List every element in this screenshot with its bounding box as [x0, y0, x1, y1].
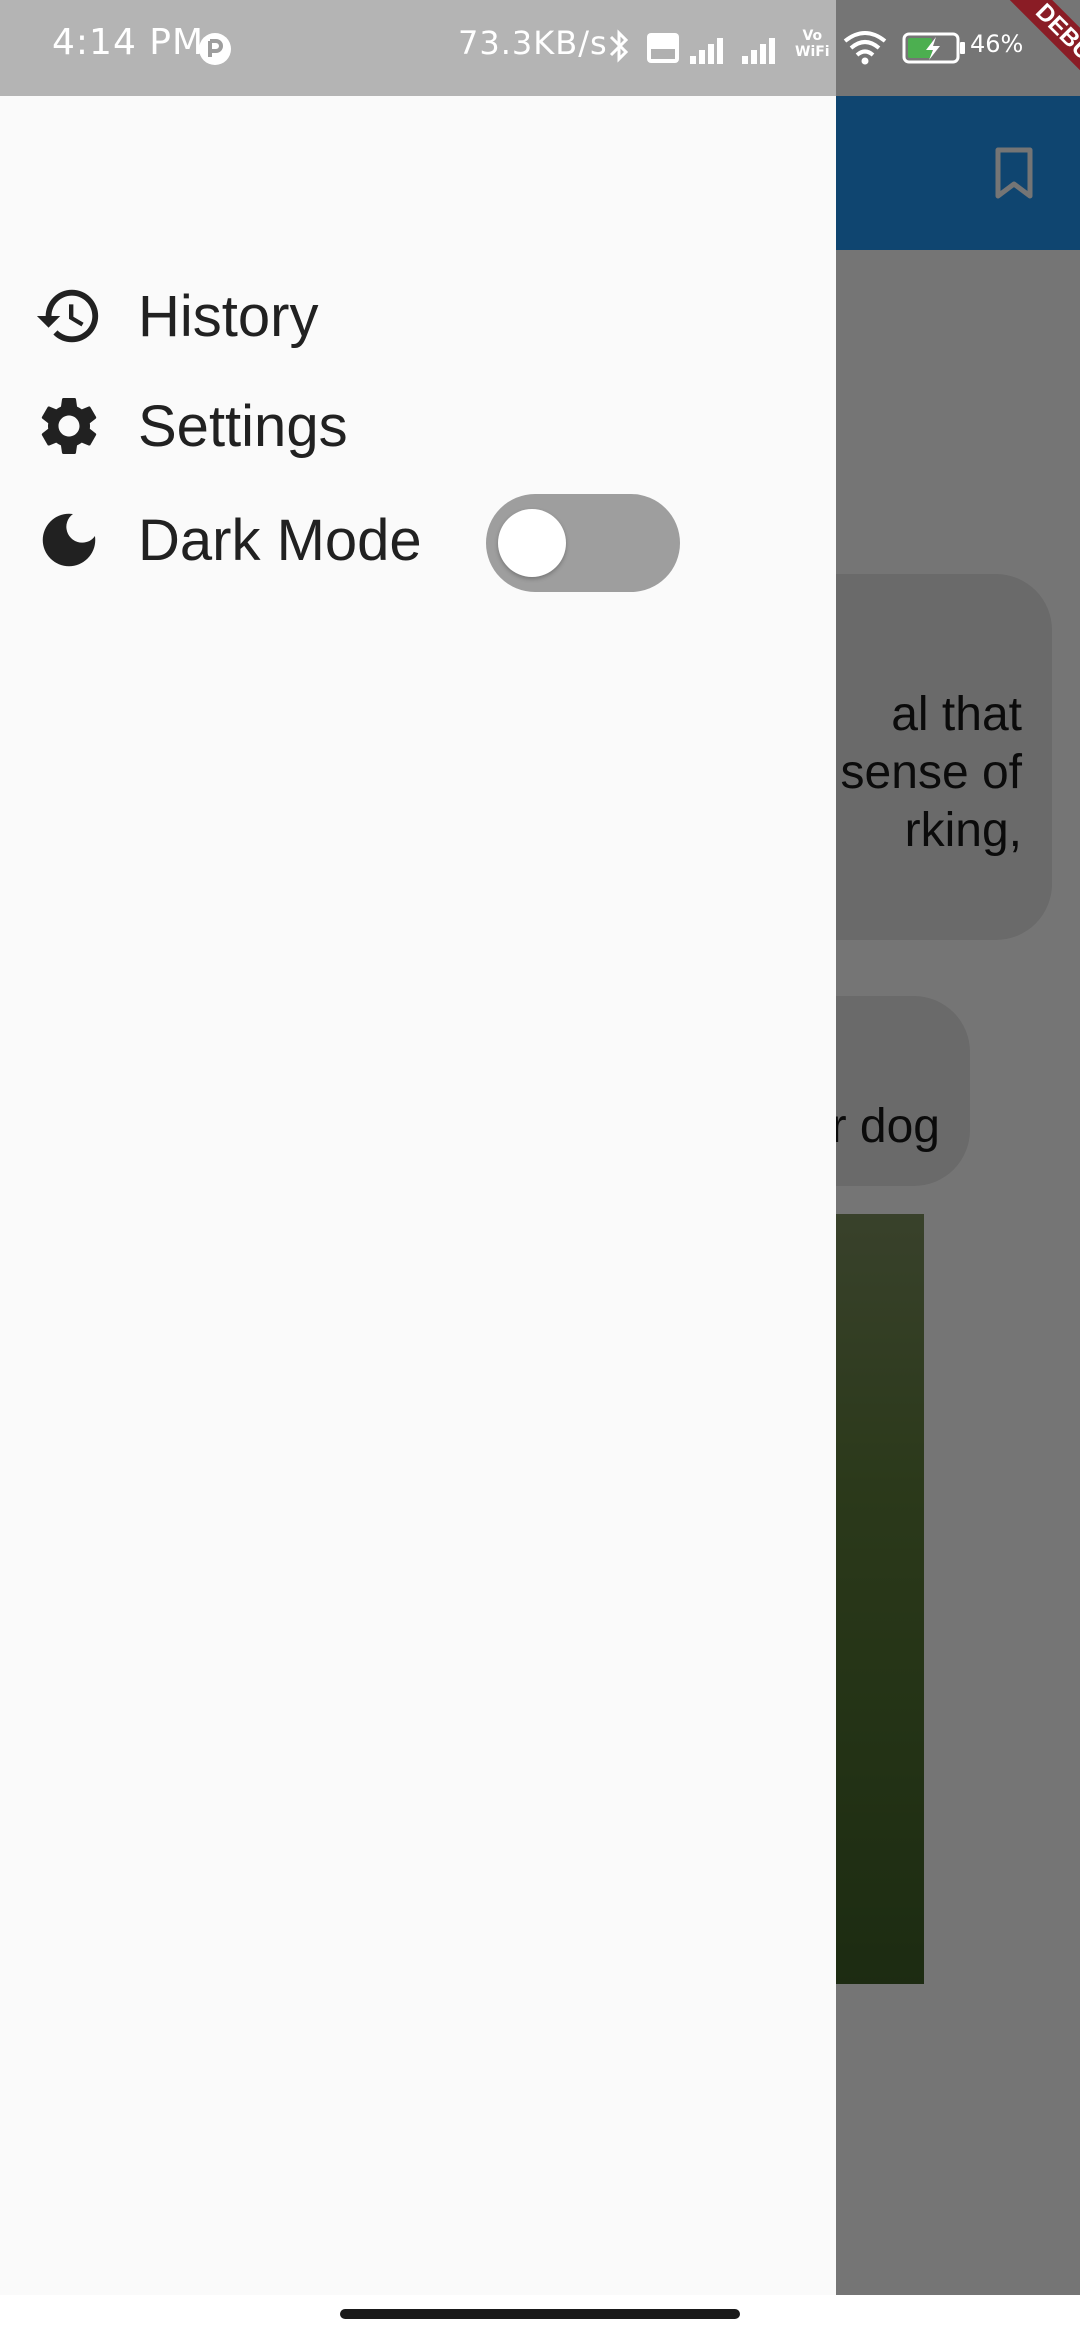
moon-icon: [42, 513, 96, 567]
home-indicator[interactable]: [340, 2309, 740, 2319]
drawer-item-history[interactable]: History: [0, 266, 836, 366]
chat-bubble-text: r dog: [830, 1100, 940, 1153]
drawer-item-dark-mode[interactable]: Dark Mode: [0, 490, 836, 590]
bookmark-icon[interactable]: [992, 146, 1036, 202]
history-icon: [36, 289, 99, 343]
drawer-item-label: History: [138, 283, 319, 349]
navigation-drawer: History Settings Dark Mode: [0, 0, 836, 2295]
drawer-item-label: Settings: [138, 393, 348, 459]
dark-mode-toggle[interactable]: [486, 494, 680, 592]
drawer-item-label: Dark Mode: [138, 507, 422, 573]
gear-icon: [41, 398, 97, 454]
drawer-status-overlay: [0, 0, 836, 96]
drawer-item-settings[interactable]: Settings: [0, 376, 836, 476]
system-nav-bar: [0, 2295, 1080, 2340]
toggle-thumb[interactable]: [498, 509, 566, 577]
